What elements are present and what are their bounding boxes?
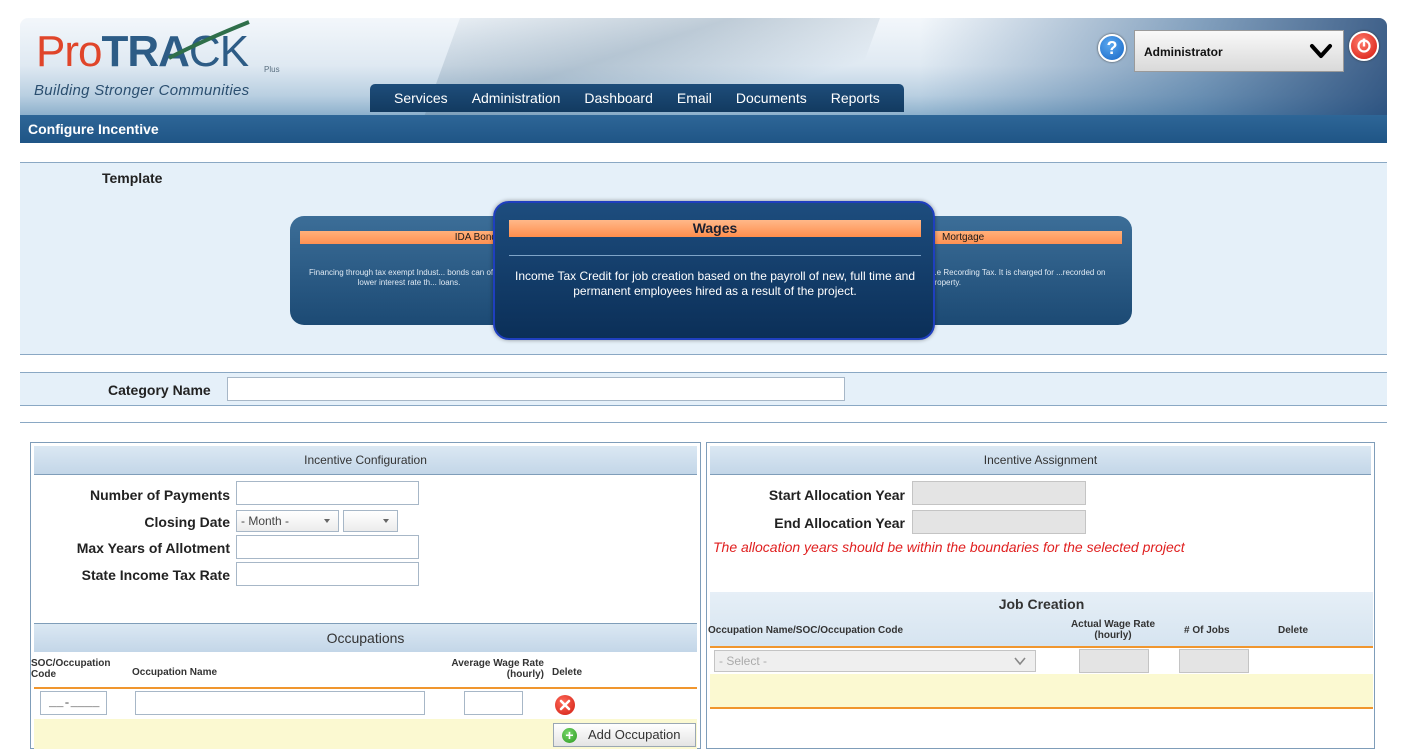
occupations-header: Occupations [34,623,697,652]
panel-title: Incentive Configuration [34,446,697,475]
actual-wage-input[interactable] [1079,649,1149,673]
logo-plus: Plus [264,65,280,74]
power-glyph [1357,38,1371,53]
template-label: Template [102,170,163,186]
incentive-configuration-panel: Incentive Configuration Number of Paymen… [30,442,701,749]
help-icon[interactable]: ? [1098,34,1126,62]
template-card-title: Wages [509,220,921,237]
occupation-name-input[interactable] [135,691,425,715]
start-allocation-year-label: Start Allocation Year [768,487,905,503]
dropdown-arrow-icon [324,519,330,523]
nav-item-dashboard[interactable]: Dashboard [572,90,665,106]
number-of-jobs-input[interactable] [1179,649,1249,673]
column-occupation-name: Occupation Name [132,667,218,678]
power-icon[interactable] [1349,31,1379,61]
category-name-label: Category Name [108,382,211,398]
soc-code-input[interactable]: __-____ [40,691,107,715]
page-title: Configure Incentive [28,121,159,137]
logo-pro: Pro [36,27,102,76]
template-card-description: Income Tax Credit for job creation based… [514,269,915,298]
logo-swoosh-icon [168,20,250,60]
tagline: Building Stronger Communities [34,82,250,99]
occupation-select-value: - Select - [719,654,768,668]
add-occupation-label: Add Occupation [588,727,681,742]
dropdown-arrow-icon [383,519,389,523]
page-title-bar: Configure Incentive [20,115,1387,143]
chevron-down-icon [1014,657,1026,666]
nav-item-services[interactable]: Services [382,90,460,106]
role-select-value: Administrator [1144,45,1223,59]
max-years-input[interactable] [236,535,419,559]
template-card-description: Financing through tax exempt Indust... b… [309,268,509,287]
nav-item-email[interactable]: Email [665,90,724,106]
panel-title: Incentive Assignment [710,446,1371,475]
state-tax-rate-input[interactable] [236,562,419,586]
column-soc-code: SOC/Occupation Code [31,658,111,680]
nav-item-reports[interactable]: Reports [819,90,892,106]
template-card-title: Mortgage [914,231,1122,244]
number-of-payments-input[interactable] [236,481,419,505]
job-creation-title: Job Creation [998,596,1085,612]
end-allocation-year-label: End Allocation Year [774,515,905,531]
column-delete: Delete [552,667,583,678]
incentive-assignment-panel: Incentive Assignment Start Allocation Ye… [706,442,1375,749]
start-allocation-year-input[interactable] [912,481,1086,505]
add-occupation-button[interactable]: + Add Occupation [553,723,696,747]
column-average-wage: Average Wage Rate (hourly) [451,658,544,680]
closing-year-select[interactable] [343,510,398,532]
end-allocation-year-input[interactable] [912,510,1086,534]
chevron-down-icon [1310,44,1332,58]
template-card-title: IDA Bonds [300,231,512,244]
occupation-select[interactable]: - Select - [714,650,1036,672]
divider [710,707,1373,709]
template-card-description: ...e Recording Tax. It is charged for ..… [930,268,1106,287]
divider [509,255,921,256]
divider [20,422,1387,423]
template-card-ida-bonds[interactable]: IDA Bonds Financing through tax exempt I… [290,216,520,325]
column-actual-wage: Actual Wage Rate (hourly) [1070,619,1156,641]
job-creation-header: Job Creation [710,592,1373,646]
plus-icon: + [562,728,577,743]
number-of-payments-label: Number of Payments [89,487,230,503]
delete-glyph [559,699,571,711]
max-years-label: Max Years of Allotment [76,540,230,556]
allocation-warning: The allocation years should be within th… [713,539,1185,555]
column-delete: Delete [1278,625,1309,636]
closing-date-label: Closing Date [144,514,230,530]
nav-item-documents[interactable]: Documents [724,90,819,106]
template-card-wages[interactable]: Wages Income Tax Credit for job creation… [493,201,935,340]
category-name-input[interactable] [227,377,845,401]
category-bar: Category Name [20,372,1387,406]
column-occupation: Occupation Name/SOC/Occupation Code [708,625,904,636]
closing-month-select[interactable]: - Month - [236,510,339,532]
average-wage-input[interactable] [464,691,523,715]
nav-item-administration[interactable]: Administration [460,90,573,106]
template-card-mortgage[interactable]: Mortgage ...e Recording Tax. It is charg… [910,216,1132,325]
template-panel: Template IDA Bonds Financing through tax… [20,162,1387,355]
column-number-of-jobs: # Of Jobs [1184,625,1230,636]
closing-month-value: - Month - [241,514,290,528]
job-creation-grid-footer [710,674,1373,707]
delete-icon[interactable] [555,695,575,715]
divider [34,687,697,689]
divider [710,646,1373,648]
state-tax-rate-label: State Income Tax Rate [81,567,230,583]
app-root: ProTRACK Plus Building Stronger Communit… [0,0,1402,749]
main-nav: Services Administration Dashboard Email … [370,84,904,112]
role-select[interactable]: Administrator [1134,30,1344,72]
